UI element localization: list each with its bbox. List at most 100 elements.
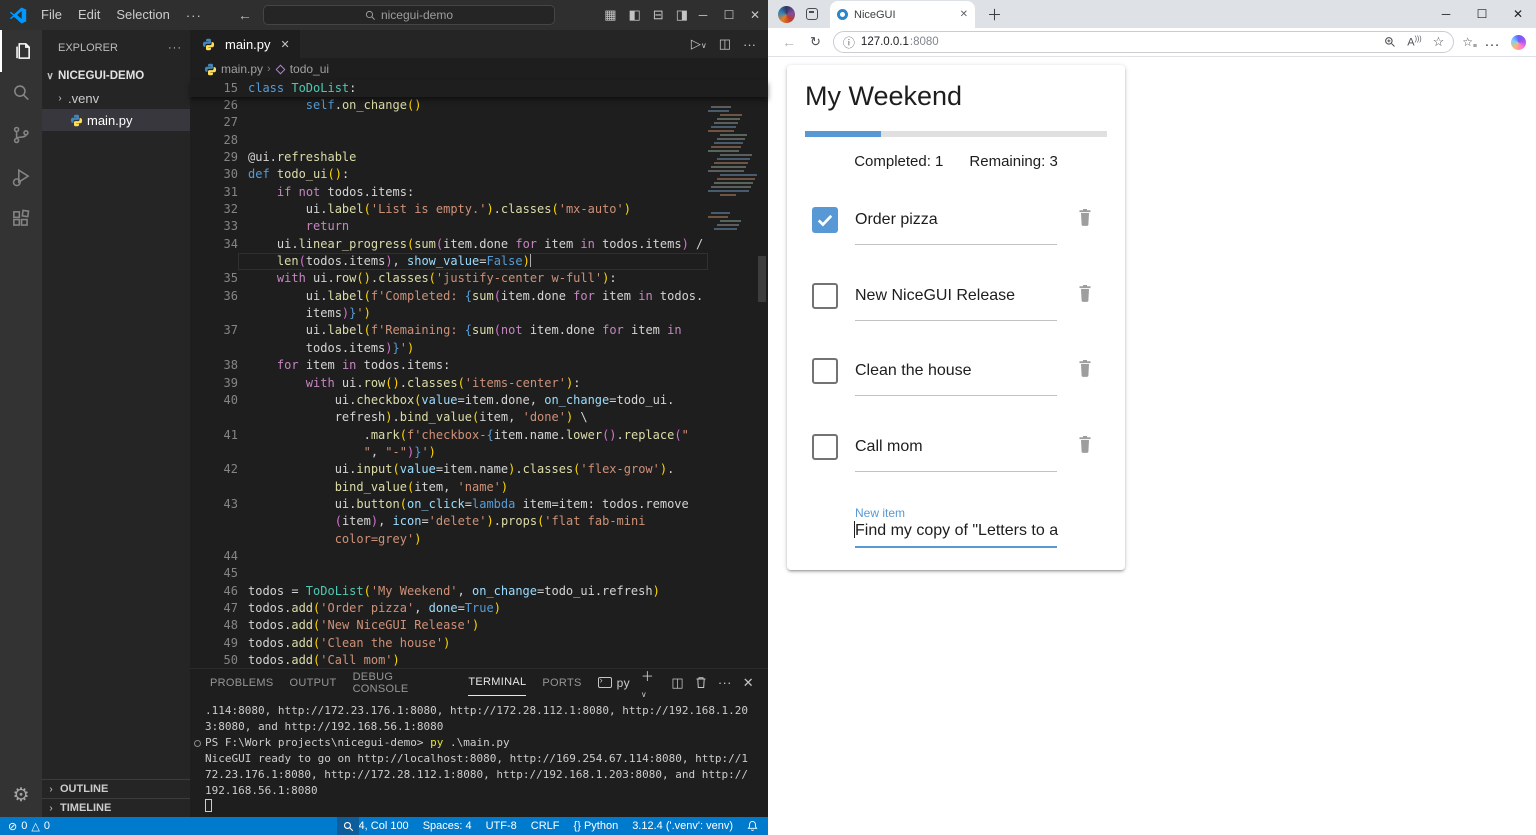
code-row[interactable]: 26 self.on_change() [190,97,768,114]
split-editor-icon[interactable]: ◫ [719,36,731,52]
code-row[interactable]: 47todos.add('Order pizza', done=True) [190,600,768,617]
code-row[interactable]: 43 ui.button(on_click=lambda item=item: … [190,496,768,513]
language-mode[interactable]: {} Python [574,820,619,832]
encoding[interactable]: UTF-8 [486,820,517,832]
maximize-button[interactable]: ☐ [1464,7,1500,21]
panel-more-icon[interactable]: ··· [718,675,732,690]
code-row[interactable]: 27 [190,114,768,131]
tab-close-icon[interactable]: ✕ [281,38,290,51]
breadcrumb-file[interactable]: main.py [221,62,263,76]
code-row[interactable]: 45 [190,565,768,582]
site-info-icon[interactable]: ⓘ [843,34,855,51]
zoom-icon[interactable] [1384,36,1396,48]
history-back-icon[interactable]: ← [238,7,252,23]
copilot-icon[interactable] [1511,35,1526,50]
customize-layout-icon[interactable]: ▦ [604,7,616,23]
maximize-button[interactable]: ☐ [716,8,742,22]
minimize-button[interactable]: ─ [1428,7,1464,21]
delete-button[interactable] [1075,433,1095,460]
kill-terminal-icon[interactable] [695,676,707,689]
new-item-input[interactable]: Find my copy of "Letters to a Y [854,521,1060,540]
code-row[interactable]: 49todos.add('Clean the house') [190,635,768,652]
eol-sequence[interactable]: CRLF [531,820,560,832]
run-python-icon[interactable]: ▷∨ [691,36,707,52]
toggle-secondary-sidebar-icon[interactable]: ◨ [676,7,688,23]
favorite-star-icon[interactable]: ☆ [1433,34,1445,50]
menu-edit[interactable]: Edit [70,0,108,30]
settings-gear-icon[interactable]: ⚙ [0,784,42,807]
close-button[interactable]: ✕ [1500,7,1536,21]
tab-actions-icon[interactable] [806,8,818,20]
toggle-panel-icon[interactable]: ⊟ [653,7,664,23]
new-terminal-icon[interactable]: ＋∨ [641,666,660,700]
split-terminal-icon[interactable]: ◫ [671,675,684,691]
todo-name-input[interactable]: Order pizza [855,211,938,229]
code-row[interactable]: 33 return [190,218,768,235]
code-row[interactable]: color=grey') [190,531,768,548]
code-row[interactable]: items)}') [190,305,768,322]
code-row[interactable]: 46todos = ToDoList('My Weekend', on_chan… [190,583,768,600]
delete-button[interactable] [1075,206,1095,233]
close-panel-icon[interactable]: ✕ [743,675,754,691]
code-row[interactable]: 36 ui.label(f'Completed: {sum(item.done … [190,288,768,305]
extensions-icon[interactable] [0,198,42,240]
code-row[interactable]: 28 [190,132,768,149]
toggle-sidebar-icon[interactable]: ◧ [629,7,641,23]
menu-file[interactable]: File [33,0,70,30]
command-center-search[interactable]: nicegui-demo [263,5,555,25]
code-row[interactable]: bind_value(item, 'name') [190,479,768,496]
editor-scrollbar[interactable] [756,30,768,668]
code-row[interactable]: 30def todo_ui(): [190,166,768,183]
terminal-output[interactable]: .114:8080, http://172.23.176.1:8080, htt… [190,696,768,815]
todo-checkbox[interactable] [812,434,838,460]
todo-checkbox[interactable] [812,283,838,309]
code-row[interactable]: 35 with ui.row().classes('justify-center… [190,270,768,287]
code-row[interactable]: 42 ui.input(value=item.name).classes('fl… [190,461,768,478]
code-row[interactable]: len(todos.items), show_value=False) [190,253,768,270]
run-debug-icon[interactable] [0,156,42,198]
todo-checkbox[interactable] [812,207,838,233]
search-sidebar-icon[interactable] [0,72,42,114]
code-row[interactable]: 40 ui.checkbox(value=item.done, on_chang… [190,392,768,409]
code-row[interactable]: 37 ui.label(f'Remaining: {sum(not item.d… [190,322,768,339]
tab-problems[interactable]: PROBLEMS [210,677,274,689]
code-row[interactable]: (item), icon='delete').props('flat fab-m… [190,513,768,530]
code-row[interactable]: 31 if not todos.items: [190,184,768,201]
tab-close-icon[interactable]: ✕ [960,9,968,20]
outline-section[interactable]: › OUTLINE [42,779,190,798]
tree-item-mainpy[interactable]: main.py [42,109,190,131]
delete-button[interactable] [1075,357,1095,384]
todo-name-input[interactable]: New NiceGUI Release [855,287,1015,305]
code-row[interactable]: 29@ui.refreshable [190,149,768,166]
reload-icon[interactable]: ↻ [810,34,821,50]
sticky-scroll-line[interactable]: 15 class ToDoList: [190,80,768,97]
profile-avatar[interactable] [778,6,795,23]
explorer-icon[interactable] [0,30,42,72]
warnings-icon[interactable]: △ [31,820,39,833]
tab-debug-console[interactable]: DEBUG CONSOLE [353,671,453,695]
notifications-bell-icon[interactable] [747,820,758,832]
editor-more-icon[interactable]: ··· [743,37,756,52]
tab-output[interactable]: OUTPUT [290,677,337,689]
minimize-button[interactable]: ─ [690,8,716,22]
menu-selection[interactable]: Selection [108,0,177,30]
todo-name-input[interactable]: Call mom [855,438,923,456]
tree-item-venv[interactable]: › .venv [42,87,190,109]
timeline-section[interactable]: › TIMELINE [42,798,190,817]
code-row[interactable]: 38 for item in todos.items: [190,357,768,374]
delete-button[interactable] [1075,282,1095,309]
python-interpreter[interactable]: 3.12.4 ('.venv': venv) [632,820,733,832]
read-aloud-icon[interactable]: A))) [1407,36,1421,49]
source-control-icon[interactable] [0,114,42,156]
indentation[interactable]: Spaces: 4 [423,820,472,832]
close-button[interactable]: ✕ [742,8,768,22]
code-row[interactable]: 48todos.add('New NiceGUI Release') [190,617,768,634]
code-row[interactable]: 32 ui.label('List is empty.').classes('m… [190,201,768,218]
code-row[interactable]: todos.items)}') [190,340,768,357]
code-row[interactable]: refresh).bind_value(item, 'done') \ [190,409,768,426]
tree-root-folder[interactable]: ∨ NICEGUI-DEMO [42,65,190,87]
zoom-indicator[interactable] [337,817,359,835]
code-row[interactable]: 44 [190,548,768,565]
todo-name-input[interactable]: Clean the house [855,362,972,380]
breadcrumb-symbol[interactable]: todo_ui [290,62,329,76]
